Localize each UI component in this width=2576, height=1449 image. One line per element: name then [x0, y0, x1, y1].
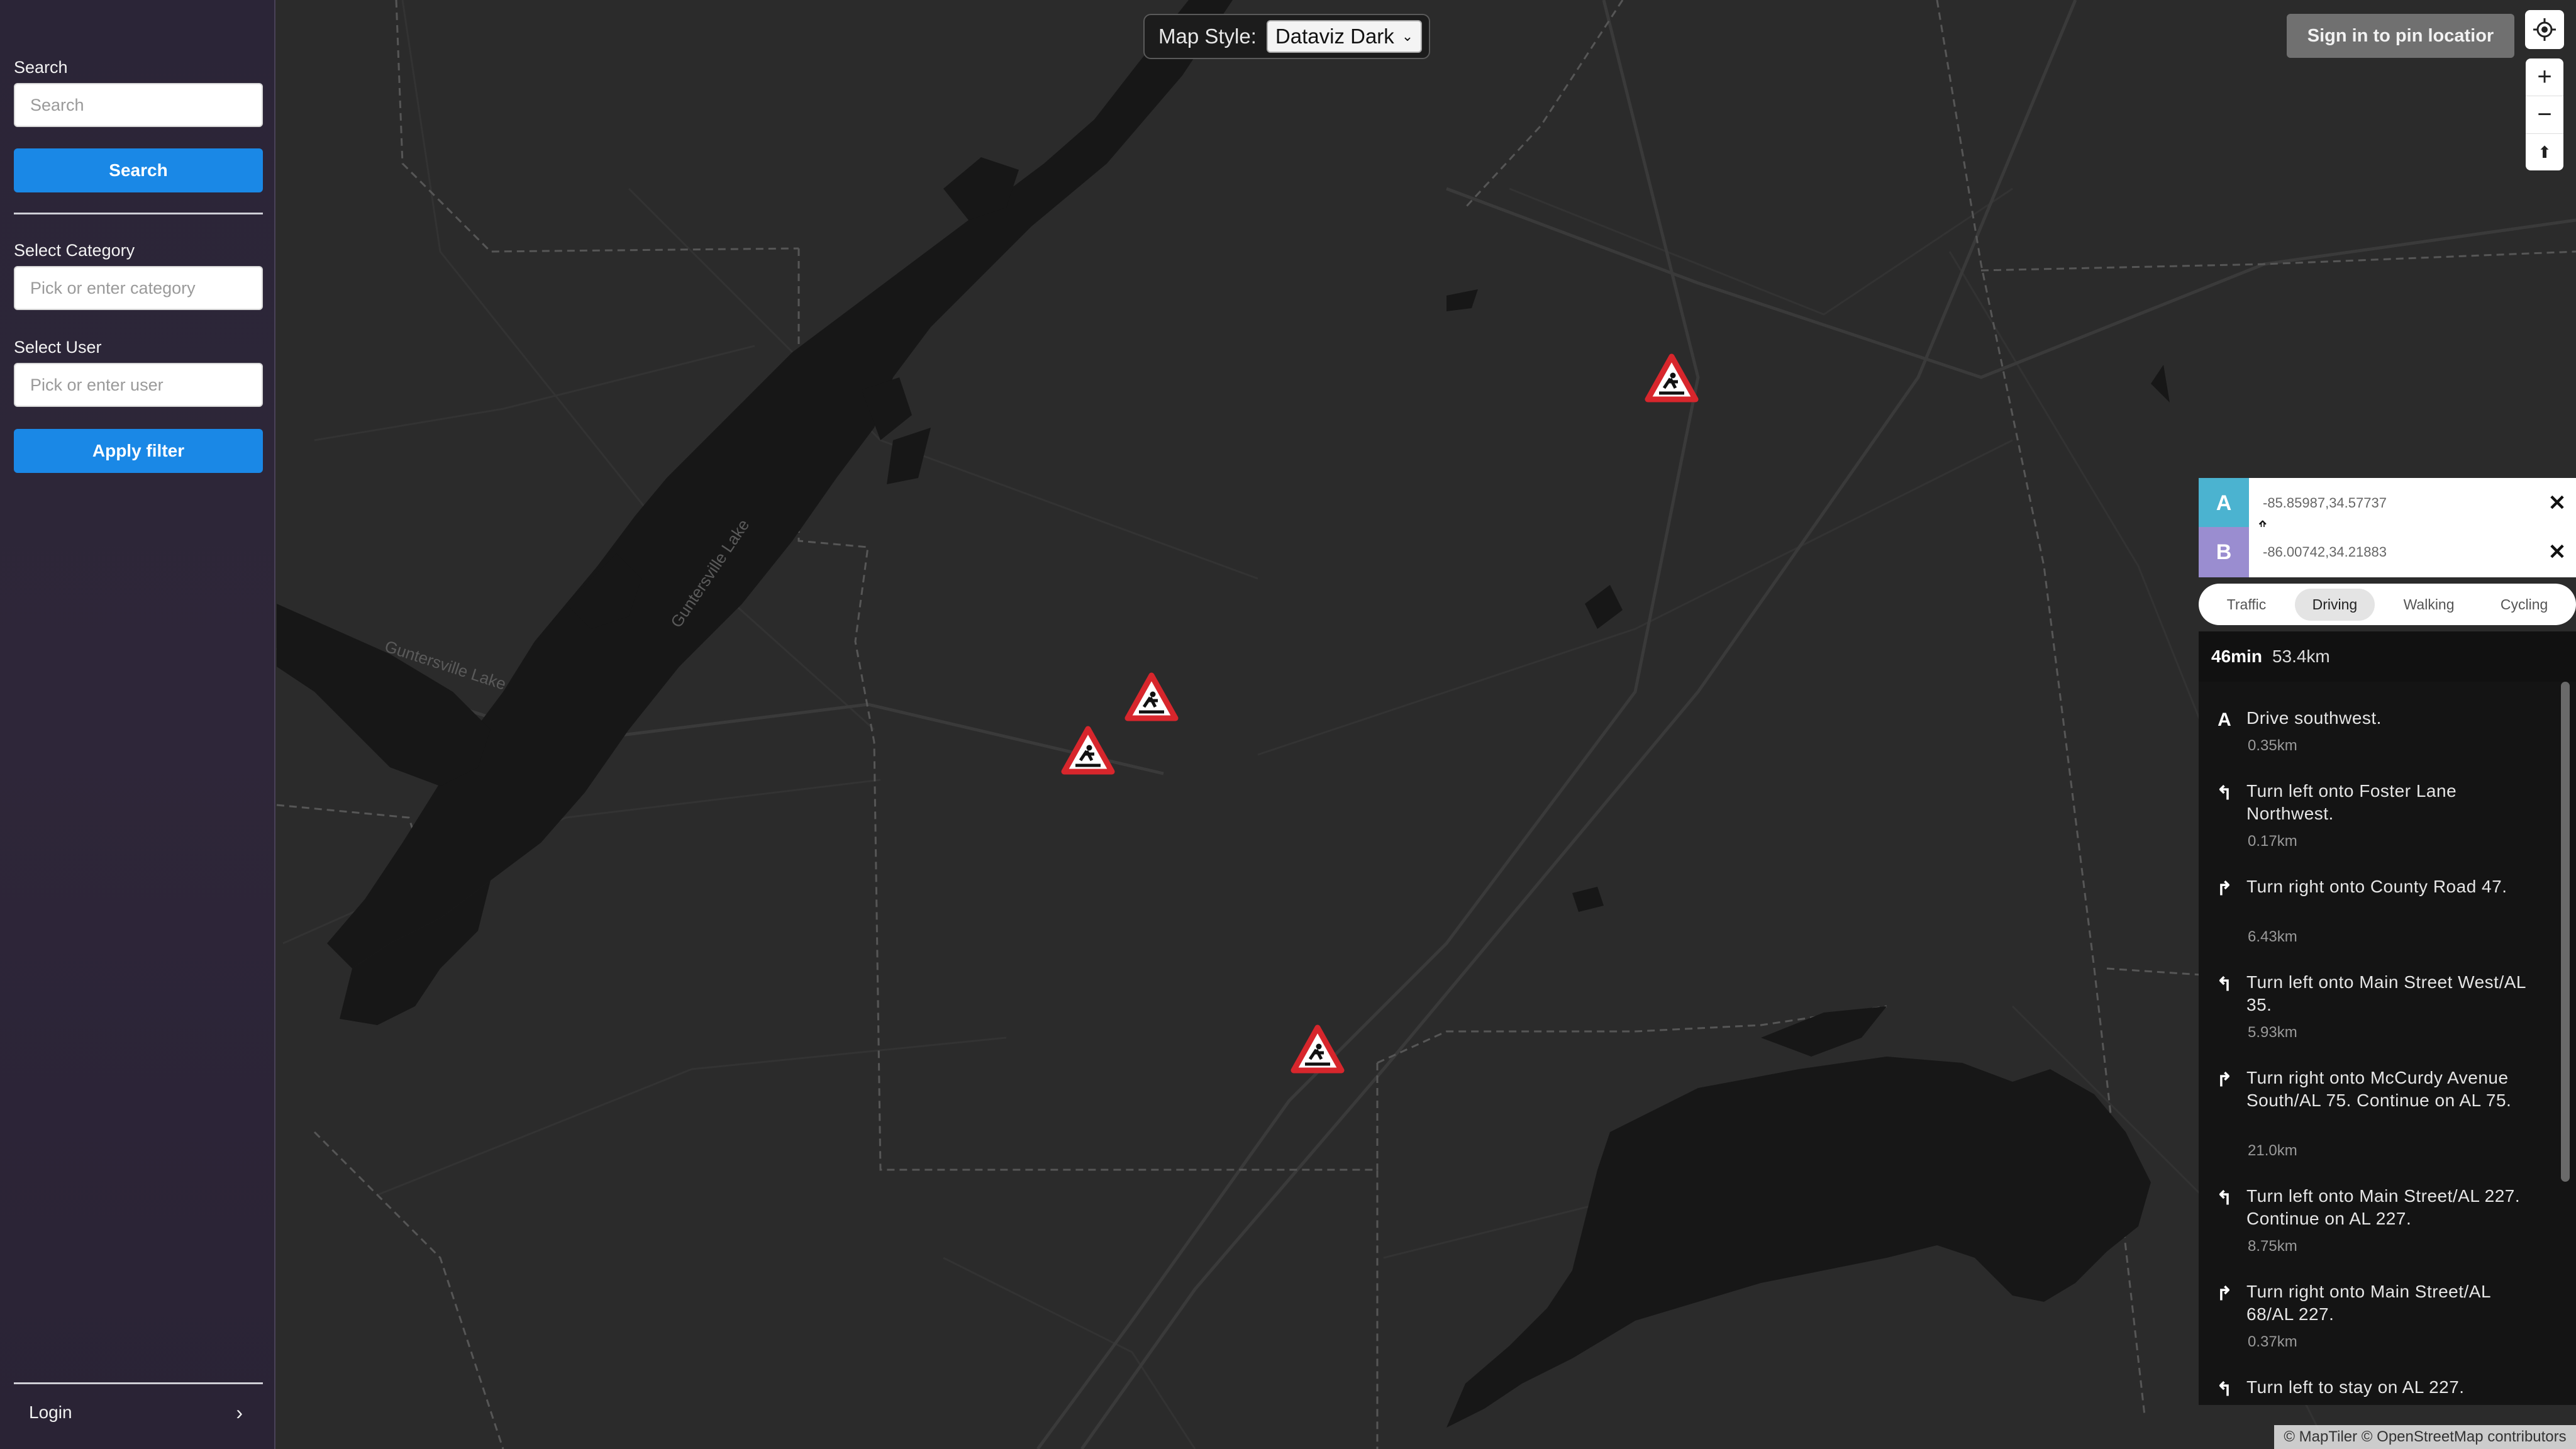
map-layer: Guntersville Lake Guntersville Lake: [0, 0, 2576, 1449]
origin-tag: A: [2199, 478, 2249, 528]
map-attribution[interactable]: © MapTiler © OpenStreetMap contributors: [2274, 1425, 2576, 1449]
step-distance: 8.75km: [2248, 1238, 2297, 1255]
user-label: Select User: [14, 338, 102, 357]
chevron-down-icon: ⌄: [1401, 28, 1414, 44]
map-style-value: Dataviz Dark: [1275, 25, 1394, 48]
user-input[interactable]: [14, 363, 263, 407]
category-input[interactable]: [14, 266, 263, 310]
step-distance: 0.17km: [2248, 833, 2297, 850]
turn-left-icon: ↰: [2216, 1379, 2233, 1400]
search-button[interactable]: Search: [14, 148, 263, 192]
map-style-select[interactable]: Dataviz Dark ⌄: [1266, 20, 1423, 53]
sidebar-divider: [14, 213, 263, 214]
step-distance: 0.37km: [2248, 1333, 2297, 1350]
turn-right-icon: ↱: [2216, 1070, 2233, 1091]
step-instruction: Turn left onto Foster Lane Northwest.: [2246, 781, 2457, 823]
compass-button[interactable]: ⬆: [2526, 134, 2563, 171]
route-summary: 46min 53.4km: [2199, 631, 2576, 682]
locate-icon: [2533, 18, 2556, 41]
tab-driving[interactable]: Driving: [2294, 588, 2375, 621]
zoom-out-button[interactable]: −: [2526, 96, 2563, 134]
step-instruction: Turn left onto Main Street/AL 227. Conti…: [2246, 1186, 2521, 1228]
step-instruction: Turn right onto County Road 47.: [2246, 877, 2507, 896]
sign-in-button[interactable]: Sign in to pin locatior: [2287, 14, 2514, 58]
step-instruction: Turn right onto McCurdy Avenue South/AL …: [2246, 1068, 2512, 1110]
route-steps-list[interactable]: A Drive southwest. 0.35km ↰ Turn left on…: [2199, 682, 2576, 1405]
geolocate-button[interactable]: [2525, 10, 2564, 49]
search-label: Search: [14, 58, 68, 77]
tab-cycling[interactable]: Cycling: [2483, 589, 2565, 621]
turn-left-icon: ↰: [2216, 783, 2233, 804]
destination-value[interactable]: -86.00742,34.21883: [2249, 544, 2538, 560]
start-marker-icon: A: [2218, 709, 2231, 730]
turn-right-icon: ↱: [2216, 879, 2233, 899]
turn-right-icon: ↱: [2216, 1284, 2233, 1304]
sidebar: Search Search Select Category Select Use…: [0, 0, 275, 1449]
login-label: Login: [29, 1402, 72, 1422]
step-distance: 5.93km: [2248, 1024, 2297, 1041]
category-label: Select Category: [14, 241, 135, 260]
step-distance: 6.43km: [2248, 928, 2297, 945]
origin-value[interactable]: -85.85987,34.57737: [2249, 495, 2538, 511]
turn-left-icon: ↰: [2216, 1188, 2233, 1209]
step-instruction: Turn left to stay on AL 227.: [2246, 1377, 2465, 1397]
turn-left-icon: ↰: [2216, 974, 2233, 995]
map-style-label: Map Style:: [1158, 25, 1257, 48]
steps-scrollbar[interactable]: [2561, 682, 2570, 1182]
map-canvas[interactable]: Guntersville Lake Guntersville Lake: [0, 0, 2576, 1449]
tab-traffic[interactable]: Traffic: [2209, 589, 2284, 621]
tab-walking[interactable]: Walking: [2386, 589, 2472, 621]
travel-mode-tabs: Traffic Driving Walking Cycling: [2199, 584, 2576, 625]
route-duration: 46min: [2211, 647, 2262, 666]
step-instruction: Turn right onto Main Street/AL 68/AL 227…: [2246, 1282, 2490, 1324]
chevron-right-icon: ›: [236, 1401, 243, 1424]
clear-origin-icon[interactable]: ✕: [2538, 491, 2576, 516]
zoom-in-button[interactable]: +: [2526, 58, 2563, 96]
login-item[interactable]: Login ›: [14, 1382, 263, 1441]
route-distance: 53.4km: [2272, 647, 2330, 666]
zoom-controls: + − ⬆: [2526, 58, 2563, 170]
search-input[interactable]: [14, 83, 263, 127]
step-distance: 21.0km: [2248, 1142, 2297, 1159]
step-instruction: Drive southwest.: [2246, 708, 2382, 728]
step-distance: 0.35km: [2248, 737, 2297, 754]
clear-destination-icon[interactable]: ✕: [2538, 540, 2576, 565]
destination-field[interactable]: B -86.00742,34.21883 ✕: [2199, 527, 2576, 577]
apply-filter-button[interactable]: Apply filter: [14, 429, 263, 473]
destination-tag: B: [2199, 527, 2249, 577]
map-style-control: Map Style: Dataviz Dark ⌄: [1143, 14, 1430, 59]
step-instruction: Turn left onto Main Street West/AL 35.: [2246, 972, 2526, 1014]
